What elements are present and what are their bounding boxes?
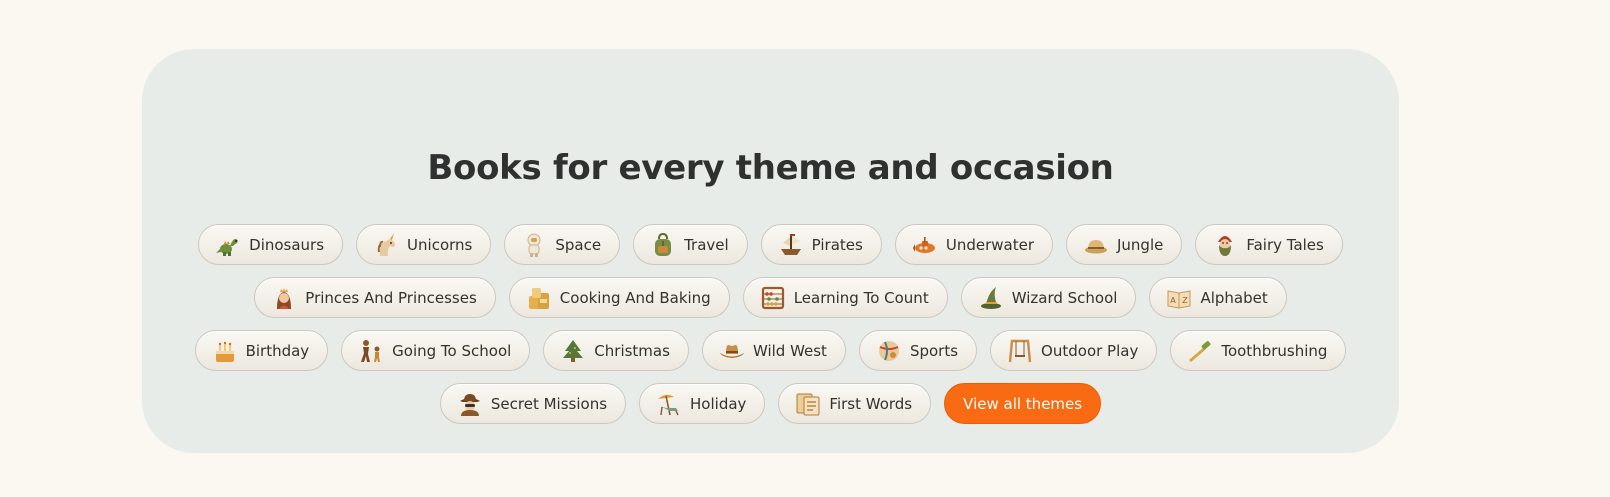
cowboy-hat-icon (719, 338, 745, 364)
spy-icon (457, 391, 483, 417)
ball-icon (876, 338, 902, 364)
theme-chip-list: Dinosaurs Unicorns Space Travel Pirates Under… (142, 224, 1399, 436)
theme-chip-label: First Words (829, 394, 913, 413)
theme-chip-label: Jungle (1116, 235, 1164, 254)
wizard-hat-icon (978, 285, 1004, 311)
alphabet-book-icon: AZ (1166, 285, 1192, 311)
theme-chip-label: Pirates (811, 235, 863, 254)
theme-chip-label: Sports (909, 341, 959, 360)
theme-chip-travel[interactable]: Travel (633, 224, 748, 265)
theme-chip-learning-to-count[interactable]: Learning To Count (742, 277, 948, 318)
theme-chip-label: Outdoor Play (1041, 341, 1139, 360)
view-all-themes-button[interactable]: View all themes (944, 383, 1102, 424)
theme-chip-space[interactable]: Space (504, 224, 621, 265)
toothbrush-icon (1187, 338, 1213, 364)
unicorn-icon (373, 232, 399, 258)
section-title: Books for every theme and occasion (427, 148, 1114, 188)
princess-icon (271, 285, 297, 311)
theme-chip-wizard-school[interactable]: Wizard School (960, 277, 1137, 318)
theme-chip-label: Dinosaurs (249, 235, 325, 254)
safari-hat-icon (1083, 232, 1109, 258)
birthday-cake-icon (212, 338, 238, 364)
backpack-icon (650, 232, 676, 258)
theme-chip-label: Unicorns (407, 235, 473, 254)
theme-chip-princes-and-princesses[interactable]: Princes And Princesses (254, 277, 496, 318)
theme-chip-label: Secret Missions (490, 394, 608, 413)
theme-chip-unicorns[interactable]: Unicorns (356, 224, 492, 265)
themes-panel: Books for every theme and occasion Dinos… (142, 49, 1399, 453)
theme-chip-label: Travel (684, 235, 729, 254)
theme-chip-row: Secret Missions Holiday First Words View al… (142, 383, 1399, 424)
astronaut-icon (521, 232, 547, 258)
theme-chip-pirates[interactable]: Pirates (760, 224, 882, 265)
theme-chip-sports[interactable]: Sports (858, 330, 978, 371)
theme-chip-label: Going To School (392, 341, 512, 360)
theme-chip-jungle[interactable]: Jungle (1065, 224, 1183, 265)
theme-chip-label: Holiday (690, 394, 747, 413)
theme-chip-holiday[interactable]: Holiday (639, 383, 766, 424)
theme-chip-label: Underwater (945, 235, 1034, 254)
theme-chip-row: Princes And Princesses Cooking And Baking… (142, 277, 1399, 318)
theme-chip-label: Princes And Princesses (305, 288, 477, 307)
theme-chip-label: Christmas (594, 341, 670, 360)
theme-chip-birthday[interactable]: Birthday (194, 330, 329, 371)
theme-chip-cooking-and-baking[interactable]: Cooking And Baking (508, 277, 730, 318)
svg-text:A: A (1171, 296, 1177, 305)
theme-chip-outdoor-play[interactable]: Outdoor Play (990, 330, 1158, 371)
christmas-tree-icon (560, 338, 586, 364)
theme-chip-secret-missions[interactable]: Secret Missions (439, 383, 627, 424)
theme-chip-label: Alphabet (1200, 288, 1268, 307)
theme-chip-label: Birthday (245, 341, 310, 360)
theme-chip-dinosaurs[interactable]: Dinosaurs (198, 224, 344, 265)
theme-chip-label: Fairy Tales (1246, 235, 1324, 254)
theme-chip-underwater[interactable]: Underwater (894, 224, 1053, 265)
beach-chair-icon (656, 391, 682, 417)
theme-chip-alphabet[interactable]: A Z Alphabet (1149, 277, 1287, 318)
theme-chip-wild-west[interactable]: Wild West (701, 330, 846, 371)
theme-chip-toothbrushing[interactable]: Toothbrushing (1170, 330, 1347, 371)
abacus-icon (760, 285, 786, 311)
theme-chip-going-to-school[interactable]: Going To School (341, 330, 531, 371)
theme-chip-label: Toothbrushing (1221, 341, 1328, 360)
theme-chip-label: Cooking And Baking (559, 288, 711, 307)
word-cards-icon (795, 391, 821, 417)
flour-bags-icon (526, 285, 552, 311)
dinosaur-icon (215, 232, 241, 258)
walking-children-icon (358, 338, 384, 364)
theme-chip-label: Learning To Count (793, 288, 929, 307)
pirate-ship-icon (778, 232, 804, 258)
theme-chip-label: Space (555, 235, 602, 254)
svg-text:Z: Z (1183, 296, 1189, 305)
bearded-dwarf-icon (1212, 232, 1238, 258)
theme-chip-fairy-tales[interactable]: Fairy Tales (1195, 224, 1343, 265)
theme-chip-label: Wizard School (1011, 288, 1118, 307)
theme-chip-first-words[interactable]: First Words (778, 383, 932, 424)
theme-chip-label: Wild West (752, 341, 827, 360)
theme-chip-row: Dinosaurs Unicorns Space Travel Pirates Under… (142, 224, 1399, 265)
swing-icon (1007, 338, 1033, 364)
theme-chip-row: Birthday Going To School Christmas Wild Wes… (142, 330, 1399, 371)
submarine-icon (912, 232, 938, 258)
theme-chip-christmas[interactable]: Christmas (543, 330, 689, 371)
